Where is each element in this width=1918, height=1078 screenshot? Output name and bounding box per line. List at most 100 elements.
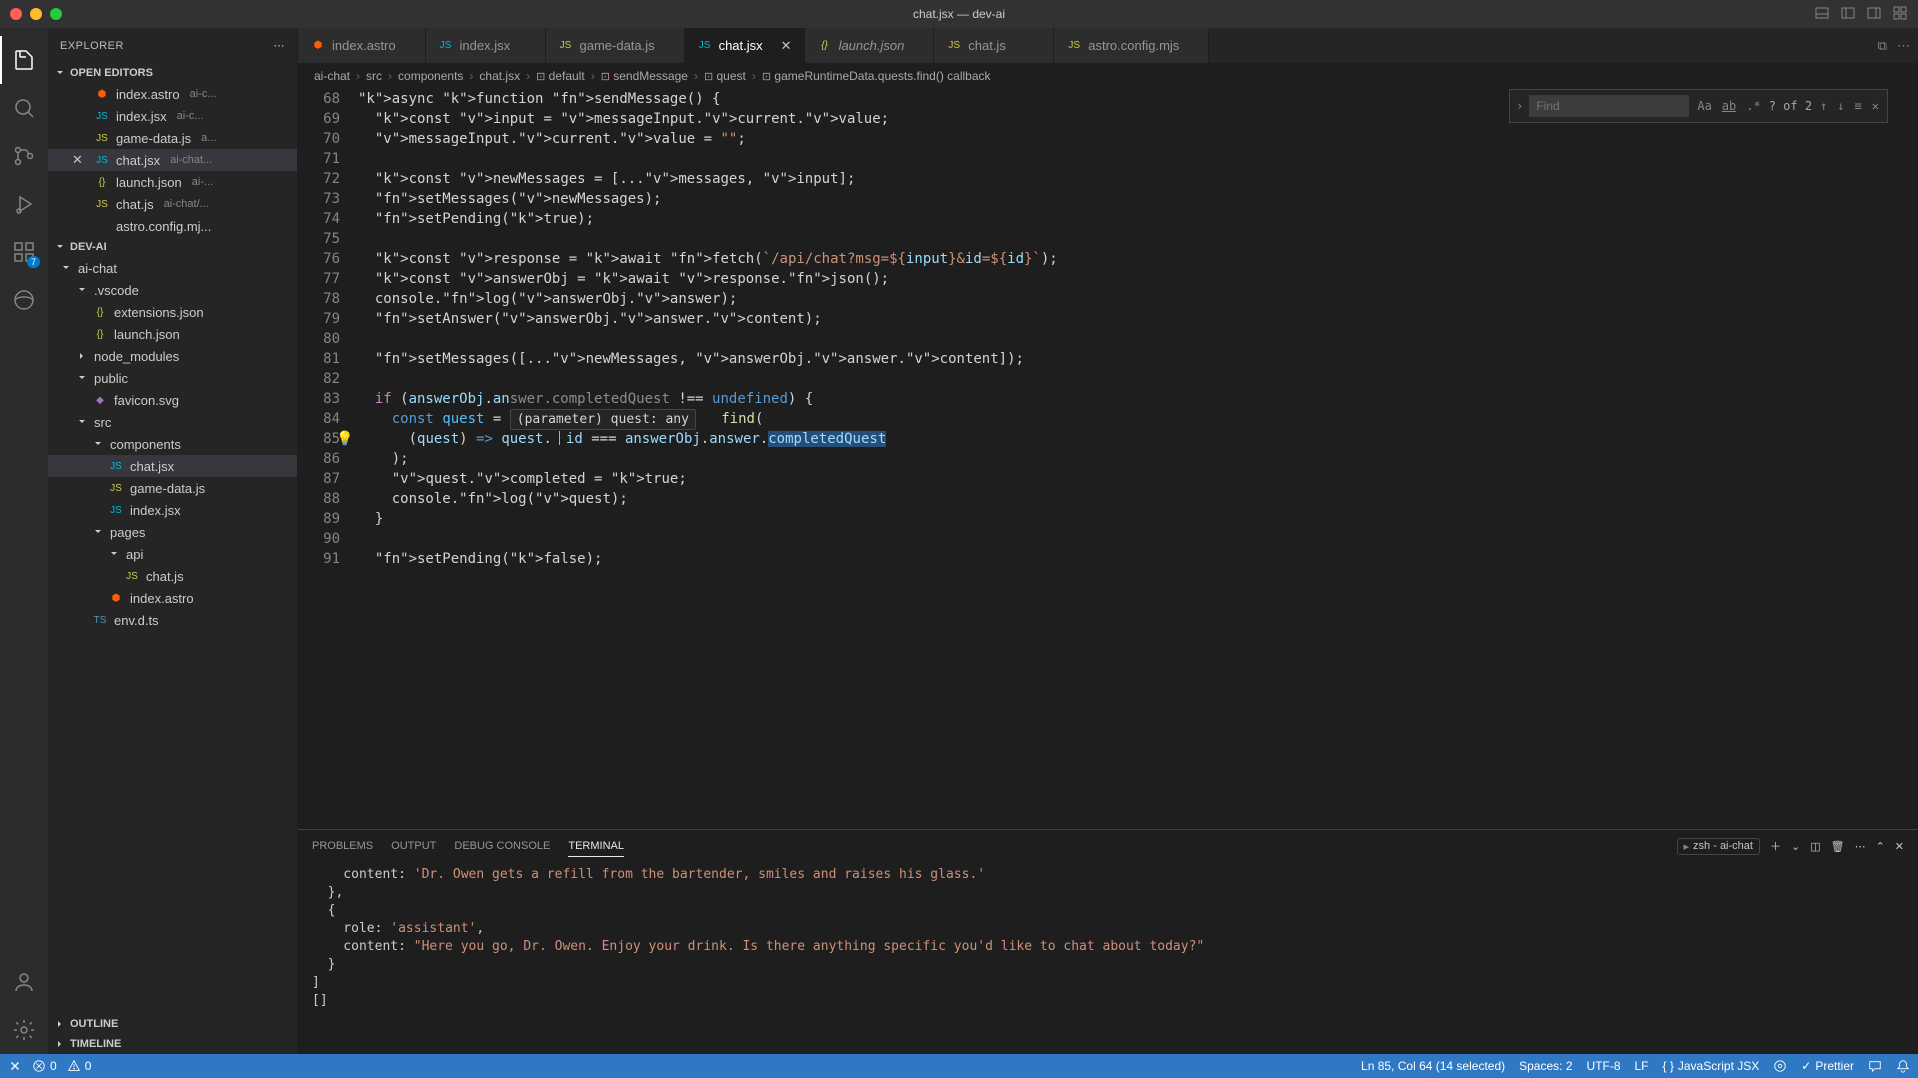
folder-item[interactable]: components — [48, 433, 297, 455]
editor-tab[interactable]: ⬢index.astro✕ — [298, 28, 426, 63]
code-line[interactable]: "fn">setPending("k">false); — [358, 549, 1918, 569]
live-share-icon[interactable] — [1773, 1059, 1787, 1073]
code-line[interactable]: "k">const "v">response = "k">await "fn">… — [358, 249, 1918, 269]
code-line[interactable]: "fn">setMessages("v">newMessages); — [358, 189, 1918, 209]
editor-tab[interactable]: {}launch.json✕ — [805, 28, 935, 63]
code-line[interactable]: console."fn">log("v">answerObj."v">answe… — [358, 289, 1918, 309]
panel-toggle-icon[interactable] — [1814, 5, 1830, 24]
sidebar-toggle-icon[interactable] — [1840, 5, 1856, 24]
open-editor-item[interactable]: ✕astro.config.mj... — [48, 215, 297, 237]
account-activity[interactable] — [0, 958, 48, 1006]
terminal-output[interactable]: content: 'Dr. Owen gets a refill from th… — [298, 862, 1918, 1054]
breadcrumb-item[interactable]: ⊡ sendMessage — [601, 69, 688, 83]
find-close-icon[interactable]: ✕ — [1870, 94, 1881, 118]
feedback-icon[interactable] — [1868, 1059, 1882, 1073]
breadcrumb-item[interactable]: ai-chat — [314, 69, 350, 83]
open-editor-item[interactable]: ✕JSchat.jsai-chat/... — [48, 193, 297, 215]
file-item[interactable]: ⬢index.astro — [48, 587, 297, 609]
maximize-window-icon[interactable] — [50, 8, 62, 20]
remote-indicator[interactable] — [8, 1059, 22, 1073]
code-line[interactable] — [358, 229, 1918, 249]
find-expand-icon[interactable]: › — [1516, 96, 1523, 116]
explorer-activity[interactable] — [0, 36, 48, 84]
code-line[interactable]: "fn">setAnswer("v">answerObj."v">answer.… — [358, 309, 1918, 329]
notifications-icon[interactable] — [1896, 1059, 1910, 1073]
find-filter-icon[interactable]: ≡ — [1853, 94, 1864, 118]
warnings-count[interactable]: 0 — [67, 1059, 92, 1073]
code-line[interactable]: "fn">setMessages([..."v">newMessages, "v… — [358, 349, 1918, 369]
code-line[interactable]: 💡 (quest) => quest.id === answerObj.answ… — [358, 429, 1918, 449]
source-control-activity[interactable] — [0, 132, 48, 180]
folder-item[interactable]: public — [48, 367, 297, 389]
code-line[interactable] — [358, 329, 1918, 349]
close-editor-icon[interactable]: ✕ — [72, 152, 88, 168]
maximize-panel-icon[interactable]: ⌃ — [1876, 840, 1885, 853]
new-terminal-icon[interactable]: ＋ — [1770, 838, 1781, 854]
editor-tab[interactable]: JSchat.jsx✕ — [685, 28, 805, 63]
folder-item[interactable]: node_modules — [48, 345, 297, 367]
find-prev-icon[interactable]: ↑ — [1818, 94, 1829, 118]
code-line[interactable]: const quest = (parameter) quest: any fin… — [358, 409, 1918, 429]
breadcrumb[interactable]: ai-chat›src›components›chat.jsx›⊡ defaul… — [298, 63, 1918, 89]
secondary-sidebar-icon[interactable] — [1866, 5, 1882, 24]
open-editor-item[interactable]: ✕⬢index.astroai-c... — [48, 83, 297, 105]
folder-item[interactable]: src — [48, 411, 297, 433]
code-line[interactable]: "k">const "v">answerObj = "k">await "v">… — [358, 269, 1918, 289]
folder-item[interactable]: api — [48, 543, 297, 565]
file-item[interactable]: TSenv.d.ts — [48, 609, 297, 631]
match-word-icon[interactable]: ab — [1720, 94, 1738, 118]
code-line[interactable]: "fn">setPending("k">true); — [358, 209, 1918, 229]
breadcrumb-item[interactable]: ⊡ quest — [704, 69, 746, 83]
editor-tab[interactable]: JSgame-data.js✕ — [546, 28, 685, 63]
open-editor-item[interactable]: ✕JSchat.jsxai-chat... — [48, 149, 297, 171]
code-line[interactable]: ); — [358, 449, 1918, 469]
extensions-activity[interactable]: 7 — [0, 228, 48, 276]
code-line[interactable] — [358, 529, 1918, 549]
folder-item[interactable]: ai-chat — [48, 257, 297, 279]
code-line[interactable]: if (answerObj.answer.completedQuest !== … — [358, 389, 1918, 409]
file-item[interactable]: {}extensions.json — [48, 301, 297, 323]
file-item[interactable]: ◆favicon.svg — [48, 389, 297, 411]
open-editor-item[interactable]: ✕JSindex.jsxai-c... — [48, 105, 297, 127]
indentation[interactable]: Spaces: 2 — [1519, 1059, 1572, 1073]
split-terminal-icon[interactable]: ◫ — [1810, 840, 1820, 853]
regex-icon[interactable]: .* — [1744, 94, 1762, 118]
problems-tab[interactable]: PROBLEMS — [312, 836, 373, 856]
eol[interactable]: LF — [1635, 1059, 1649, 1073]
editor-tab[interactable]: JSindex.jsx✕ — [426, 28, 546, 63]
file-item[interactable]: JSchat.js — [48, 565, 297, 587]
open-editors-section[interactable]: OPEN EDITORS — [48, 63, 297, 83]
match-case-icon[interactable]: Aa — [1695, 94, 1713, 118]
timeline-section[interactable]: TIMELINE — [48, 1034, 297, 1054]
edge-activity[interactable] — [0, 276, 48, 324]
terminal-selector[interactable]: ▸ zsh - ai-chat — [1677, 838, 1760, 855]
breadcrumb-item[interactable]: chat.jsx — [479, 69, 520, 83]
file-item[interactable]: JSgame-data.js — [48, 477, 297, 499]
debug-console-tab[interactable]: DEBUG CONSOLE — [454, 836, 550, 856]
find-next-icon[interactable]: ↓ — [1835, 94, 1846, 118]
encoding[interactable]: UTF-8 — [1587, 1059, 1621, 1073]
code-line[interactable]: "v">messageInput."v">current."v">value =… — [358, 129, 1918, 149]
explorer-more-icon[interactable]: ⋯ — [274, 39, 286, 52]
minimize-window-icon[interactable] — [30, 8, 42, 20]
compare-icon[interactable]: ⧉ — [1878, 38, 1887, 54]
open-editor-item[interactable]: ✕JSgame-data.jsa... — [48, 127, 297, 149]
code-line[interactable]: "k">const "v">newMessages = [..."v">mess… — [358, 169, 1918, 189]
more-tabs-icon[interactable]: ⋯ — [1897, 38, 1910, 54]
run-debug-activity[interactable] — [0, 180, 48, 228]
settings-activity[interactable] — [0, 1006, 48, 1054]
errors-count[interactable]: 0 — [32, 1059, 57, 1073]
output-tab[interactable]: OUTPUT — [391, 836, 436, 856]
file-item[interactable]: JSchat.jsx — [48, 455, 297, 477]
prettier-status[interactable]: ✓ Prettier — [1801, 1059, 1854, 1073]
cursor-position[interactable]: Ln 85, Col 64 (14 selected) — [1361, 1059, 1505, 1073]
language-mode[interactable]: { } JavaScript JSX — [1663, 1059, 1760, 1073]
outline-section[interactable]: OUTLINE — [48, 1014, 297, 1034]
code-line[interactable]: "v">quest."v">completed = "k">true; — [358, 469, 1918, 489]
close-tab-icon[interactable]: ✕ — [781, 38, 792, 54]
editor-tab[interactable]: JSastro.config.mjs✕ — [1054, 28, 1209, 63]
editor-body[interactable]: 6869707172737475767778798081828384858687… — [298, 89, 1918, 829]
breadcrumb-item[interactable]: ⊡ gameRuntimeData.quests.find() callback — [762, 69, 991, 83]
terminal-more-icon[interactable]: ⋯ — [1855, 840, 1866, 853]
code-line[interactable]: } — [358, 509, 1918, 529]
